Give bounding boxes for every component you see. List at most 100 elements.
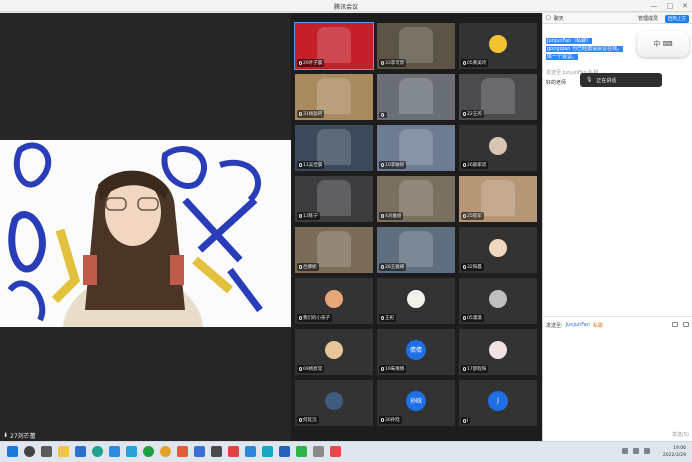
participant-tile[interactable]: 26颜家诺 <box>459 125 537 171</box>
participant-tile[interactable]: 4刘雅丽 <box>377 176 455 222</box>
mic-icon <box>299 265 302 269</box>
participant-tile[interactable]: 倩倩 19朱倩倩 <box>377 329 455 375</box>
participant-label: 25程军 <box>461 212 484 220</box>
chat-reply: 好的老师 <box>546 80 567 86</box>
participant-tile[interactable]: 我们的小孩子 <box>295 278 373 324</box>
participant-name: 28王雅楠 <box>385 265 405 270</box>
back-to-top-button[interactable]: 回到上方 <box>665 15 689 23</box>
chat-text-line2: 体一个会议。 <box>546 54 579 60</box>
participant-label: 11吴佳晨 <box>297 161 325 169</box>
participant-tile[interactable]: 05黄美玲 <box>459 23 537 69</box>
speaker-video[interactable] <box>0 140 291 327</box>
mic-icon <box>299 367 302 371</box>
participant-tile[interactable]: 11吴佳晨 <box>295 125 373 171</box>
main-video-area[interactable]: ⬇ 27刘芒蕾 <box>0 13 291 441</box>
app-icon[interactable] <box>228 446 239 457</box>
windows-start-icon[interactable] <box>7 446 18 457</box>
mic-icon <box>381 367 384 371</box>
participant-label: 33李可欣 <box>379 59 407 67</box>
participant-tile[interactable] <box>377 74 455 120</box>
participant-avatar <box>407 289 425 308</box>
mic-icon <box>463 163 466 167</box>
chat-compose-area[interactable]: 发送至: JunjunFan 私聊 发送(S) <box>543 316 692 441</box>
participant-tile[interactable]: 29叶子晨 <box>294 22 374 70</box>
mic-icon <box>463 112 466 116</box>
participant-label: 我们的小孩子 <box>297 314 332 322</box>
participant-name: 17邵程阳 <box>467 367 487 372</box>
participant-tile[interactable]: 05潇潇 <box>459 278 537 324</box>
taskbar-clock[interactable]: 19:06 2022/3/29 <box>663 445 686 459</box>
app-icon[interactable] <box>194 446 205 457</box>
chrome-icon[interactable] <box>160 446 171 457</box>
edge-icon[interactable] <box>92 446 103 457</box>
participant-tile[interactable]: 25程军 <box>459 176 537 222</box>
participant-video <box>317 129 351 165</box>
participant-tile[interactable]: 王祀 <box>377 278 455 324</box>
participant-tile[interactable]: 孙晗 30孙晗 <box>377 380 455 426</box>
app-icon[interactable] <box>313 446 324 457</box>
wifi-icon[interactable] <box>633 448 639 454</box>
send-button[interactable]: 发送(S) <box>672 431 689 438</box>
title-bar: 腾讯会议 — □ ✕ <box>0 0 692 12</box>
participant-tile[interactable]: 33李可欣 <box>377 23 455 69</box>
participant-tile[interactable]: 17邵程阳 <box>459 329 537 375</box>
mic-icon <box>299 316 302 320</box>
participant-label: 17邵程阳 <box>461 365 489 373</box>
participant-name: 29叶子晨 <box>303 61 323 66</box>
participant-tile[interactable]: JJ <box>459 380 537 426</box>
participant-label: 何延沅 <box>297 416 319 424</box>
chat-tab[interactable]: 聊天 <box>554 15 564 22</box>
speaker-video-frame <box>0 140 291 327</box>
photos-icon[interactable] <box>126 446 137 457</box>
participant-tile[interactable]: 吕娜妮 <box>295 227 373 273</box>
search-icon[interactable] <box>24 446 35 457</box>
clock-date: 2022/3/29 <box>662 453 686 458</box>
store-icon[interactable] <box>75 446 86 457</box>
app-icon[interactable] <box>245 446 256 457</box>
participant-tile[interactable]: 28王雅楠 <box>377 227 455 273</box>
participant-video <box>317 231 351 267</box>
send-to-row[interactable]: 发送至: JunjunFan 私聊 <box>546 322 603 329</box>
participant-tile[interactable]: 09杨宸常 <box>295 329 373 375</box>
xbox-icon[interactable] <box>143 446 154 457</box>
tencent-meeting-icon[interactable] <box>330 446 341 457</box>
participant-tile[interactable]: 10李敏彤 <box>377 125 455 171</box>
participant-tile[interactable]: 13陈宁 <box>295 176 373 222</box>
mic-icon <box>463 214 466 218</box>
participant-tile[interactable]: 32阳晨 <box>459 227 537 273</box>
participant-tile[interactable]: 31杨盈珂 <box>295 74 373 120</box>
mic-icon <box>299 214 302 218</box>
manage-members-button[interactable]: 管理成员 <box>638 15 658 22</box>
participant-tile[interactable]: 何延沅 <box>295 380 373 426</box>
folder-icon[interactable] <box>58 446 69 457</box>
mail-icon[interactable] <box>109 446 120 457</box>
app-icon[interactable] <box>177 446 188 457</box>
minimize-button[interactable]: — <box>651 2 658 10</box>
volume-icon[interactable] <box>644 448 650 454</box>
participant-name: 吕娜妮 <box>303 265 317 270</box>
mic-icon <box>381 113 384 117</box>
close-button[interactable]: ✕ <box>682 2 688 10</box>
task-view-icon[interactable] <box>41 446 52 457</box>
chevron-up-icon[interactable] <box>622 448 628 454</box>
participant-name: 25程军 <box>467 214 482 219</box>
participant-avatar <box>325 391 343 410</box>
participant-tile[interactable]: 22王芮 <box>459 74 537 120</box>
participant-name: 22王芮 <box>467 112 482 117</box>
app-icon[interactable] <box>211 446 222 457</box>
app-icon[interactable] <box>262 446 273 457</box>
toast-text: 正在讲话 <box>596 77 617 84</box>
participant-label: 吕娜妮 <box>297 263 319 271</box>
screenshot-icon[interactable] <box>672 322 678 327</box>
app-icon[interactable] <box>279 446 290 457</box>
maximize-button[interactable]: □ <box>667 2 674 10</box>
wechat-icon[interactable] <box>296 446 307 457</box>
participant-name: 33李可欣 <box>385 61 405 66</box>
participant-avatar <box>489 136 507 155</box>
send-to-user[interactable]: JunjunFan <box>566 322 590 329</box>
meeting-app-window: 腾讯会议 — □ ✕ ⬇ 27刘芒蕾 29叶子晨 33李可欣 05黄美玲 31杨… <box>0 0 692 462</box>
mic-icon <box>381 214 384 218</box>
file-icon[interactable] <box>683 322 689 327</box>
ime-toolbar[interactable]: 中 ⌨ <box>637 31 689 57</box>
participant-name: 11吴佳晨 <box>303 163 323 168</box>
